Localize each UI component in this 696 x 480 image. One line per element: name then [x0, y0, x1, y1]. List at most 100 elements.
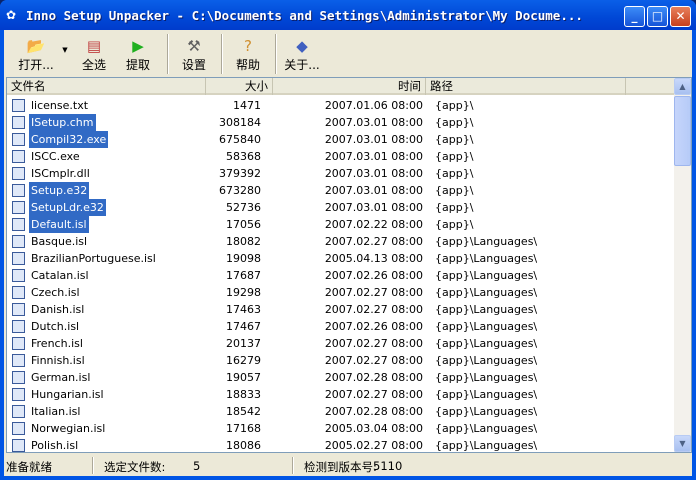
file-icon: [12, 252, 25, 265]
file-row[interactable]: Catalan.isl 17687 2007.02.26 08:00 {app}…: [7, 267, 677, 284]
title-bar[interactable]: ✿ Inno Setup Unpacker - C:\Documents and…: [0, 0, 696, 30]
file-row[interactable]: Hungarian.isl 18833 2007.02.27 08:00 {ap…: [7, 386, 677, 403]
file-time: 2007.02.27 08:00: [324, 235, 423, 248]
file-row[interactable]: ISCmplr.dll 379392 2007.03.01 08:00 {app…: [7, 165, 677, 182]
file-row[interactable]: French.isl 20137 2007.02.27 08:00 {app}\…: [7, 335, 677, 352]
file-icon: [12, 150, 25, 163]
file-path: {app}\: [435, 167, 474, 180]
help-button[interactable]: ? 帮助: [226, 34, 270, 74]
file-path: {app}\Languages\: [435, 388, 538, 401]
file-icon: [12, 422, 25, 435]
scroll-down-button[interactable]: ▼: [674, 435, 691, 452]
file-name: Polish.isl: [31, 439, 79, 452]
select-all-label: 全选: [81, 58, 106, 72]
app-icon: ✿: [6, 8, 17, 22]
column-header-name[interactable]: 文件名: [7, 78, 206, 95]
file-row[interactable]: Compil32.exe 675840 2007.03.01 08:00 {ap…: [7, 131, 677, 148]
file-name: Danish.isl: [31, 303, 85, 316]
window-title: Inno Setup Unpacker - C:\Documents and S…: [26, 8, 583, 23]
open-button[interactable]: 📂 打开...: [12, 34, 60, 74]
settings-button[interactable]: ⚒ 设置: [172, 34, 216, 74]
file-icon: [12, 184, 25, 197]
file-size: 18086: [226, 439, 261, 452]
file-icon: [12, 354, 25, 367]
file-size: 17467: [226, 320, 261, 333]
close-button[interactable]: ✕: [670, 6, 691, 27]
list-header: 文件名 大小 时间 路径: [7, 78, 677, 95]
file-name: Italian.isl: [31, 405, 81, 418]
file-path: {app}\: [435, 218, 474, 231]
file-row[interactable]: Italian.isl 18542 2007.02.28 08:00 {app}…: [7, 403, 677, 420]
file-name: BrazilianPortuguese.isl: [31, 252, 156, 265]
file-icon: [12, 286, 25, 299]
toolbar: 📂 打开... ▼ ▤ 全选 ▶ 提取 ⚒ 设置 ? 帮助 ◆ 关于...: [4, 32, 692, 76]
maximize-button[interactable]: □: [647, 6, 668, 27]
settings-label: 设置: [181, 58, 206, 72]
file-time: 2007.01.06 08:00: [324, 99, 423, 112]
select-all-button[interactable]: ▤ 全选: [74, 34, 114, 74]
vertical-scrollbar[interactable]: ▲ ▼: [674, 78, 691, 452]
status-divider: [92, 457, 94, 474]
toolbar-separator: [167, 34, 169, 74]
minimize-button[interactable]: _: [624, 6, 645, 27]
about-button[interactable]: ◆ 关于...: [280, 34, 324, 74]
file-path: {app}\: [435, 133, 474, 146]
file-time: 2007.02.28 08:00: [324, 405, 423, 418]
file-row[interactable]: German.isl 19057 2007.02.28 08:00 {app}\…: [7, 369, 677, 386]
info-diamond-icon: ◆: [296, 37, 308, 55]
file-path: {app}\Languages\: [435, 354, 538, 367]
file-size: 19057: [226, 371, 261, 384]
file-row[interactable]: Dutch.isl 17467 2007.02.26 08:00 {app}\L…: [7, 318, 677, 335]
file-time: 2007.03.01 08:00: [324, 201, 423, 214]
file-row[interactable]: license.txt 1471 2007.01.06 08:00 {app}\: [7, 97, 677, 114]
selected-count-label: 选定文件数:: [104, 460, 166, 474]
extract-button[interactable]: ▶ 提取: [118, 34, 158, 74]
file-path: {app}\: [435, 201, 474, 214]
file-row[interactable]: Polish.isl 18086 2005.02.27 08:00 {app}\…: [7, 437, 677, 452]
file-time: 2007.02.27 08:00: [324, 388, 423, 401]
file-size: 19098: [226, 252, 261, 265]
play-icon: ▶: [132, 37, 144, 55]
file-name: German.isl: [31, 371, 91, 384]
file-name: Default.isl: [29, 216, 89, 233]
file-row[interactable]: ISetup.chm 308184 2007.03.01 08:00 {app}…: [7, 114, 677, 131]
folder-open-icon: 📂: [26, 37, 46, 55]
scroll-up-button[interactable]: ▲: [674, 78, 691, 95]
file-name: Norwegian.isl: [31, 422, 106, 435]
file-size: 17056: [226, 218, 261, 231]
file-path: {app}\Languages\: [435, 269, 538, 282]
version-label: 检测到版本号:: [304, 460, 377, 474]
file-row[interactable]: Norwegian.isl 17168 2005.03.04 08:00 {ap…: [7, 420, 677, 437]
toolbar-separator: [275, 34, 277, 74]
file-time: 2005.02.27 08:00: [324, 439, 423, 452]
file-row[interactable]: Czech.isl 19298 2007.02.27 08:00 {app}\L…: [7, 284, 677, 301]
column-header-size[interactable]: 大小: [206, 78, 273, 95]
file-row[interactable]: BrazilianPortuguese.isl 19098 2005.04.13…: [7, 250, 677, 267]
file-name: ISCC.exe: [31, 150, 80, 163]
file-time: 2007.03.01 08:00: [324, 167, 423, 180]
file-name: Catalan.isl: [31, 269, 89, 282]
column-header-empty: [626, 78, 677, 95]
column-header-time[interactable]: 时间: [273, 78, 426, 95]
file-row[interactable]: ISCC.exe 58368 2007.03.01 08:00 {app}\: [7, 148, 677, 165]
file-name: Basque.isl: [31, 235, 88, 248]
file-row[interactable]: Finnish.isl 16279 2007.02.27 08:00 {app}…: [7, 352, 677, 369]
file-row[interactable]: SetupLdr.e32 52736 2007.03.01 08:00 {app…: [7, 199, 677, 216]
file-time: 2007.02.28 08:00: [324, 371, 423, 384]
file-row[interactable]: Basque.isl 18082 2007.02.27 08:00 {app}\…: [7, 233, 677, 250]
file-row[interactable]: Setup.e32 673280 2007.03.01 08:00 {app}\: [7, 182, 677, 199]
file-icon: [12, 235, 25, 248]
file-row[interactable]: Default.isl 17056 2007.02.22 08:00 {app}…: [7, 216, 677, 233]
file-row[interactable]: Danish.isl 17463 2007.02.27 08:00 {app}\…: [7, 301, 677, 318]
select-all-icon: ▤: [86, 37, 102, 55]
file-icon: [12, 405, 25, 418]
file-icon: [12, 337, 25, 350]
file-icon: [12, 269, 25, 282]
column-header-path[interactable]: 路径: [426, 78, 626, 95]
status-bar: 准备就绪 选定文件数: 5 检测到版本号: 5110: [4, 455, 692, 476]
scroll-thumb[interactable]: [674, 96, 691, 166]
file-size: 17687: [226, 269, 261, 282]
file-size: 20137: [226, 337, 261, 350]
file-path: {app}\Languages\: [435, 286, 538, 299]
file-time: 2007.02.27 08:00: [324, 286, 423, 299]
